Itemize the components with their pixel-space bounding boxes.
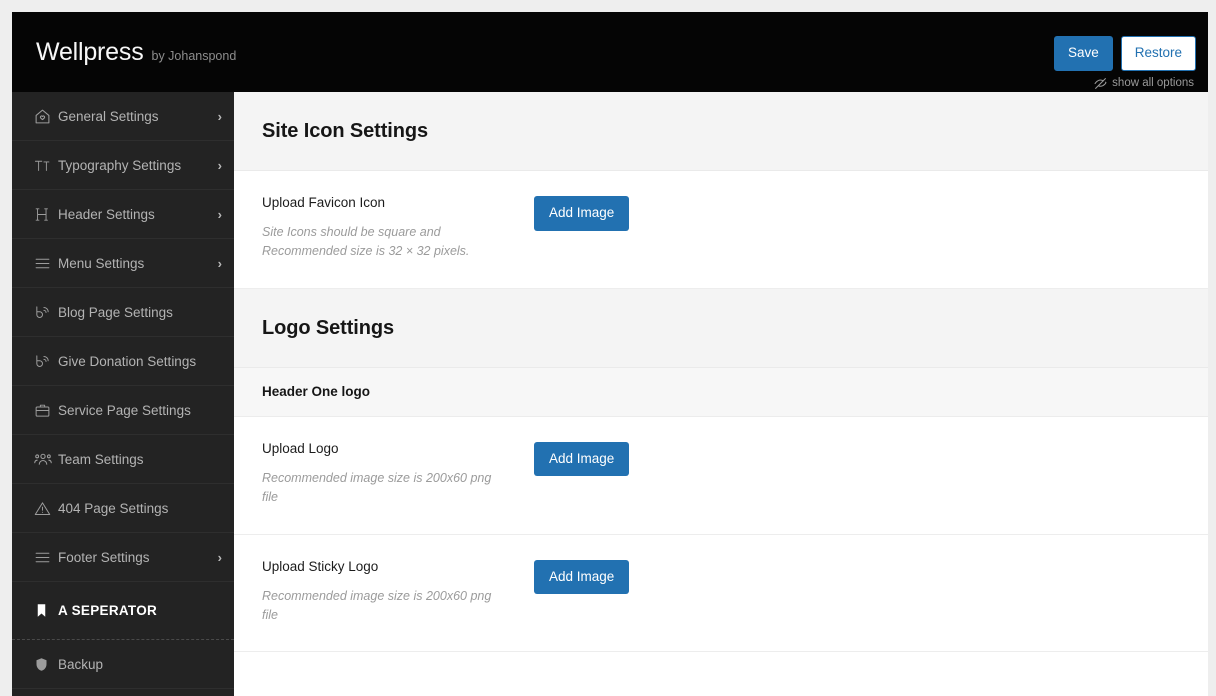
brand: Wellpress by Johanspond xyxy=(36,38,236,67)
field-label-group: Upload Sticky Logo Recommended image siz… xyxy=(262,559,534,626)
field-title: Upload Logo xyxy=(262,440,339,456)
warning-triangle-icon xyxy=(34,500,58,517)
hamburger-icon xyxy=(34,255,58,272)
home-heart-icon xyxy=(34,108,58,125)
add-image-button[interactable]: Add Image xyxy=(534,441,630,477)
sidebar-item-label: General Settings xyxy=(58,108,159,124)
restore-button[interactable]: Restore xyxy=(1120,36,1196,71)
bookmark-icon xyxy=(34,603,58,618)
app-header: Wellpress by Johanspond Save Restore sho… xyxy=(12,12,1208,92)
field-title: Upload Favicon Icon xyxy=(262,195,386,210)
sidebar-item-label: Backup xyxy=(58,656,104,672)
field-label-group: Upload Favicon Icon Site Icons should be… xyxy=(262,195,534,262)
field-description: Recommended image size is 200x60 png fil… xyxy=(262,470,492,505)
field-row-upload-logo: Upload Logo Recommended image size is 20… xyxy=(234,416,1208,535)
subsection-header-header-one-logo: Header One logo xyxy=(234,367,1208,417)
field-title: Upload Sticky Logo xyxy=(262,558,379,574)
field-description: Recommended image size is 200x60 png fil… xyxy=(262,588,492,622)
header-button-row: Save Restore xyxy=(1053,36,1196,71)
field-description: Site Icons should be square and Recommen… xyxy=(262,225,470,259)
sidebar-item-label: Service Page Settings xyxy=(58,402,191,418)
sidebar-item-give-donation-settings[interactable]: Give Donation Settings xyxy=(12,337,234,386)
chevron-right-icon: › xyxy=(217,206,222,222)
sidebar-separator-a-seperator: A SEPERATOR xyxy=(12,582,234,640)
section-header-logo-settings: Logo Settings xyxy=(234,288,1208,368)
blog-icon xyxy=(34,353,58,370)
field-control-group: Add Image xyxy=(534,195,1180,262)
field-control-group: Add Image xyxy=(534,441,1180,508)
sidebar-item-team-settings[interactable]: Team Settings xyxy=(12,435,234,484)
sidebar: General Settings › Typography Settings › xyxy=(12,92,234,696)
sidebar-item-label: Give Donation Settings xyxy=(58,353,197,369)
sidebar-item-label: Typography Settings xyxy=(58,157,182,173)
sidebar-item-label: Blog Page Settings xyxy=(58,304,173,320)
add-image-button[interactable]: Add Image xyxy=(534,196,630,231)
sidebar-separator-label: A SEPERATOR xyxy=(58,603,158,618)
field-control-group: Add Image xyxy=(534,559,1180,626)
sidebar-item-footer-settings[interactable]: Footer Settings › xyxy=(12,533,234,582)
app-window: Wellpress by Johanspond Save Restore sho… xyxy=(12,12,1208,696)
briefcase-icon xyxy=(34,402,58,419)
sidebar-item-label: Team Settings xyxy=(58,451,144,467)
hamburger-icon xyxy=(34,549,58,566)
chevron-right-icon: › xyxy=(217,549,222,565)
save-button[interactable]: Save xyxy=(1053,36,1113,71)
typography-icon xyxy=(34,157,58,174)
section-title: Site Icon Settings xyxy=(262,120,429,142)
field-label-group: Upload Logo Recommended image size is 20… xyxy=(262,441,534,508)
sidebar-item-label: Header Settings xyxy=(58,206,155,222)
sidebar-item-backup[interactable]: Backup xyxy=(12,640,234,689)
subsection-title: Header One logo xyxy=(262,383,371,399)
sidebar-item-blog-page-settings[interactable]: Blog Page Settings xyxy=(12,288,234,337)
chevron-right-icon: › xyxy=(217,108,222,124)
sidebar-item-service-page-settings[interactable]: Service Page Settings xyxy=(12,386,234,435)
chevron-right-icon: › xyxy=(217,157,222,173)
blog-icon xyxy=(34,304,58,321)
shield-icon xyxy=(34,657,58,672)
heading-h-icon xyxy=(34,206,58,223)
sidebar-item-typography-settings[interactable]: Typography Settings › xyxy=(12,141,234,190)
sidebar-item-label: Menu Settings xyxy=(58,255,145,271)
sidebar-item-header-settings[interactable]: Header Settings › xyxy=(12,190,234,239)
show-all-options-label: show all options xyxy=(1112,77,1194,89)
chevron-right-icon: › xyxy=(217,255,222,271)
show-all-options-toggle[interactable]: show all options xyxy=(1094,77,1196,90)
sidebar-item-label: 404 Page Settings xyxy=(58,500,169,516)
main-content: Site Icon Settings Upload Favicon Icon S… xyxy=(234,92,1208,696)
field-row-upload-favicon-icon: Upload Favicon Icon Site Icons should be… xyxy=(234,171,1208,289)
sidebar-item-menu-settings[interactable]: Menu Settings › xyxy=(12,239,234,288)
sidebar-item-general-settings[interactable]: General Settings › xyxy=(12,92,234,141)
team-users-icon xyxy=(34,450,58,468)
app-body: General Settings › Typography Settings › xyxy=(12,92,1208,696)
section-header-site-icon-settings: Site Icon Settings xyxy=(234,92,1208,171)
add-image-button[interactable]: Add Image xyxy=(534,559,630,594)
sidebar-item-404-page-settings[interactable]: 404 Page Settings xyxy=(12,484,234,533)
section-title: Logo Settings xyxy=(262,316,395,339)
field-row-upload-sticky-logo: Upload Sticky Logo Recommended image siz… xyxy=(234,534,1208,653)
brand-author: by Johanspond xyxy=(151,49,237,63)
brand-name: Wellpress xyxy=(36,38,144,66)
sidebar-item-label: Footer Settings xyxy=(58,549,150,565)
header-actions: Save Restore show all options xyxy=(1053,36,1196,90)
eye-slash-icon xyxy=(1094,77,1107,90)
